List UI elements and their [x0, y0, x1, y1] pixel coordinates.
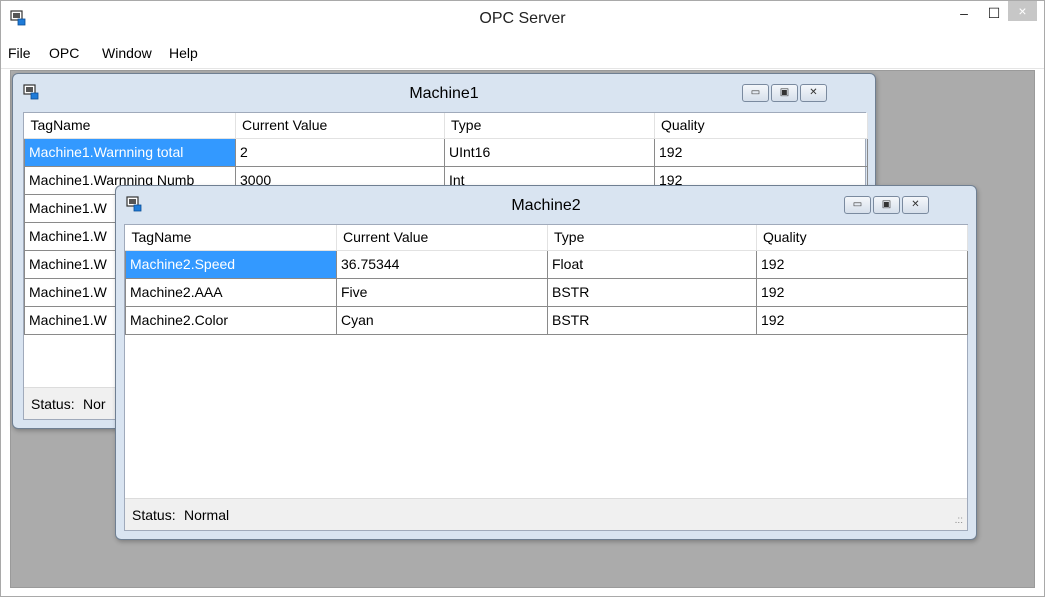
minimize-icon[interactable]: ▭	[742, 84, 769, 102]
cell-type[interactable]: UInt16	[444, 137, 655, 167]
menu-file[interactable]: File	[8, 45, 31, 61]
cell-tagname[interactable]: Machine2.Color	[125, 305, 337, 335]
table-row[interactable]: Machine2.AAA Five BSTR 192	[125, 277, 968, 307]
status-label: Status:	[132, 507, 176, 523]
column-header-current-value[interactable]: Current Value	[235, 113, 445, 139]
cell-tagname[interactable]: Machine2.AAA	[125, 277, 337, 307]
cell-quality[interactable]: 192	[756, 305, 968, 335]
cell-tagname[interactable]: Machine2.Speed	[125, 249, 337, 279]
table-row[interactable]: Machine2.Speed 36.75344 Float 192	[125, 249, 968, 279]
minimize-button[interactable]: –	[949, 1, 979, 29]
machine2-title-bar[interactable]: Machine2 ▭ ▣ ✕	[116, 186, 976, 224]
cell-quality[interactable]: 192	[756, 249, 968, 279]
machine2-tag-table: TagName Current Value Type Quality Machi…	[125, 225, 968, 335]
machine2-controls: ▭ ▣ ✕	[844, 196, 931, 216]
cell-current-value[interactable]: Five	[336, 277, 548, 307]
cell-tagname[interactable]: Machine1.Warnning total	[24, 137, 236, 167]
mdi-client-area: Machine1 ▭ ▣ ✕ TagName Current Value Typ…	[10, 70, 1035, 588]
status-label: Status:	[31, 396, 75, 412]
status-value: Nor	[83, 396, 106, 412]
column-header-type[interactable]: Type	[547, 225, 757, 251]
cell-quality[interactable]: 192	[756, 277, 968, 307]
menu-help[interactable]: Help	[169, 45, 198, 61]
machine2-status-bar: Status: Normal .::	[125, 498, 967, 530]
minimize-icon[interactable]: ▭	[844, 196, 871, 214]
column-header-type[interactable]: Type	[444, 113, 655, 139]
cell-quality[interactable]: 192	[654, 137, 868, 167]
cell-current-value[interactable]: 36.75344	[336, 249, 548, 279]
maximize-button[interactable]: ☐	[979, 1, 1009, 29]
column-header-quality[interactable]: Quality	[654, 113, 868, 139]
resize-grip-icon[interactable]: .::	[955, 515, 963, 526]
restore-icon[interactable]: ▣	[873, 196, 900, 214]
machine2-window[interactable]: Machine2 ▭ ▣ ✕ TagName Current Value Typ…	[115, 185, 977, 540]
cell-current-value[interactable]: Cyan	[336, 305, 548, 335]
close-icon[interactable]: ✕	[902, 196, 929, 214]
table-header: TagName Current Value Type Quality	[24, 113, 868, 139]
machine2-client: TagName Current Value Type Quality Machi…	[124, 224, 968, 531]
column-header-quality[interactable]: Quality	[756, 225, 968, 251]
machine1-title-bar[interactable]: Machine1 ▭ ▣ ✕	[13, 74, 875, 112]
machine1-controls: ▭ ▣ ✕	[742, 84, 829, 104]
cell-current-value[interactable]: 2	[235, 137, 445, 167]
window-title: OPC Server	[479, 10, 566, 27]
column-header-tagname[interactable]: TagName	[125, 225, 337, 251]
column-header-current-value[interactable]: Current Value	[336, 225, 548, 251]
menu-opc[interactable]: OPC	[49, 45, 79, 61]
cell-type[interactable]: Float	[547, 249, 757, 279]
menu-window[interactable]: Window	[102, 45, 152, 61]
cell-type[interactable]: BSTR	[547, 277, 757, 307]
table-header: TagName Current Value Type Quality	[125, 225, 968, 251]
opc-server-window: OPC Server – ☐ × File OPC Window Help Ma…	[0, 0, 1045, 597]
status-value: Normal	[184, 507, 230, 523]
close-icon[interactable]: ✕	[800, 84, 827, 102]
table-row[interactable]: Machine1.Warnning total 2 UInt16 192	[24, 137, 868, 167]
table-row[interactable]: Machine2.Color Cyan BSTR 192	[125, 305, 968, 335]
title-bar[interactable]: OPC Server – ☐ ×	[1, 1, 1044, 39]
restore-icon[interactable]: ▣	[771, 84, 798, 102]
column-header-tagname[interactable]: TagName	[24, 113, 236, 139]
menu-bar: File OPC Window Help	[1, 39, 1044, 69]
close-button[interactable]: ×	[1008, 1, 1037, 21]
cell-type[interactable]: BSTR	[547, 305, 757, 335]
